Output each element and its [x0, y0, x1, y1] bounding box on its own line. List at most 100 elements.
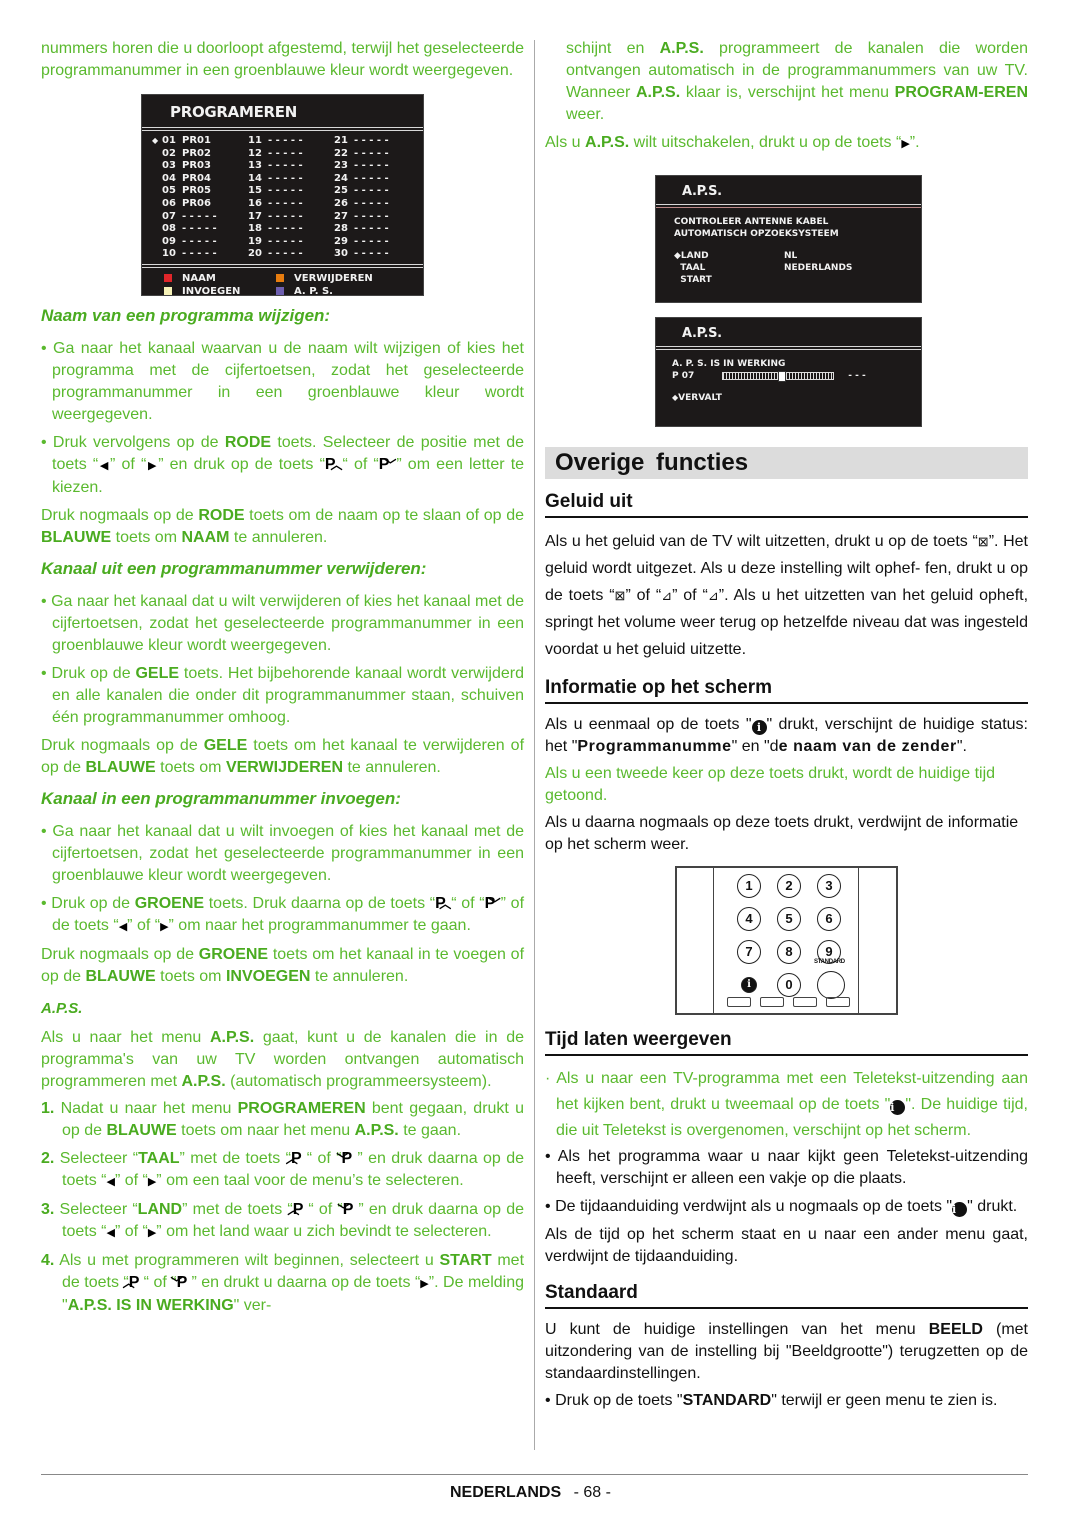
program-number: 15 — [248, 185, 262, 197]
program-row: 27 - - - - - — [334, 211, 420, 224]
program-row: 02 PR02 — [162, 148, 248, 161]
program-row: 05 PR05 — [162, 185, 248, 198]
list-item: • Ga naar het kanaal waarvan u de naam w… — [41, 340, 525, 423]
program-number: 03 — [162, 160, 176, 172]
list-item: • Ga naar het kanaal dat u wilt invoegen… — [41, 823, 524, 884]
aps-progress-screen: A.P.S. A. P. S. IS IN WERKING P 07- - - … — [655, 317, 922, 427]
program-number: 09 — [162, 235, 176, 247]
program-number: 24 — [334, 172, 348, 184]
volume-down-icon: ⊿ — [661, 588, 673, 603]
footer-divider — [41, 1474, 1028, 1475]
remote-control-illustration: 123456789i0 STANDARD — [675, 866, 898, 1015]
list-item: • Als het programma waar u naar kijkt ge… — [545, 1148, 1029, 1187]
info-icon: i — [952, 1202, 968, 1217]
digit-key-3: 3 — [817, 874, 841, 898]
program-down-key-icon: P ﹀ — [337, 1201, 354, 1218]
aps-off-paragraph: Als u A.P.S. wilt uitschakelen, drukt u … — [545, 134, 920, 151]
program-row: 23 - - - - - — [334, 160, 420, 173]
red-key — [727, 997, 751, 1007]
list-item: · Als u naar een TV-programma met een Te… — [545, 1070, 1029, 1139]
standard-key — [817, 971, 845, 999]
program-name: - - - - - — [268, 147, 303, 159]
program-name: - - - - - — [268, 248, 303, 260]
program-number: 21 — [334, 135, 348, 146]
info-paragraph: Als u daarna nogmaals op deze toets druk… — [545, 814, 1019, 853]
aps-value: - - - — [848, 371, 866, 381]
right-arrow-key-icon: ▶ — [420, 1278, 429, 1290]
digit-key-6: 6 — [817, 907, 841, 931]
digit-key-5: 5 — [777, 907, 801, 931]
program-number: 11 — [248, 135, 262, 146]
step-item: 3. Selecteer “LAND” met de toets “P ︿ “ o… — [41, 1201, 524, 1240]
page-footer: NEDERLANDS - 68 - — [450, 1484, 611, 1502]
aps-setting-row: TAAL NEDERLANDS — [674, 263, 853, 273]
left-column: nummers horen die u doorloopt afgestemd,… — [41, 38, 524, 1323]
list-item: • Druk op de toets "STANDARD" terwijl er… — [545, 1392, 998, 1409]
program-number: 02 — [162, 147, 176, 159]
color-swatch — [164, 273, 172, 282]
program-name: PR05 — [182, 185, 211, 197]
info-icon: i — [751, 720, 767, 735]
program-row: 09 - - - - - — [162, 236, 248, 249]
cursor-icon: ◆ — [152, 136, 159, 145]
geluid-paragraph: Als u het geluid van de TV wilt uitzette… — [545, 533, 1029, 658]
program-row: 24 - - - - - — [334, 173, 420, 186]
program-row: 06 PR06 — [162, 198, 248, 211]
digit-key-0: 0 — [777, 973, 801, 997]
digit-key-4: 4 — [737, 907, 761, 931]
program-number: 14 — [248, 172, 262, 184]
step-item: 1. Nadat u naar het menu PROGRAMEREN ben… — [41, 1100, 524, 1139]
yellow-key — [793, 997, 817, 1007]
program-row: 21 - - - - - — [334, 135, 420, 148]
program-number: 27 — [334, 210, 348, 222]
digit-key-2: 2 — [777, 874, 801, 898]
program-name: - - - - - — [268, 185, 303, 197]
section-title-overige-functies: Overige functies — [545, 447, 1028, 479]
list-item: • Druk op de GROENE toets. Druk daarna o… — [41, 895, 525, 934]
program-number: 23 — [334, 160, 348, 172]
program-number: 17 — [248, 210, 262, 222]
program-name: - - - - - — [268, 172, 303, 184]
program-name: - - - - - — [268, 235, 303, 247]
page-number: - 68 - — [573, 1484, 611, 1501]
left-arrow-key-icon: ◀ — [118, 921, 128, 933]
program-number: 16 — [248, 197, 262, 209]
aps-program-number: P 07 — [672, 371, 695, 381]
green-key — [760, 997, 784, 1007]
program-name: - - - - - — [354, 172, 389, 184]
standard-key-label: STANDARD — [814, 959, 845, 965]
list-item: • De tijdaanduiding verdwijnt als u nogm… — [545, 1198, 1018, 1217]
program-row: 18 - - - - - — [248, 223, 334, 236]
heading-geluid-uit: Geluid uit — [545, 491, 1028, 518]
step-4-continuation: schijnt en A.P.S. programmeert de kanale… — [566, 40, 1029, 123]
program-row: 04 PR04 — [162, 173, 248, 186]
list-item: • Druk vervolgens op de RODE toets. Sele… — [41, 434, 525, 496]
volume-up-icon: ⊿ — [707, 588, 719, 603]
heading-standaard: Standaard — [545, 1282, 1028, 1309]
program-name: - - - - - — [354, 147, 389, 159]
heading-tijd-laten-weergeven: Tijd laten weergeven — [545, 1029, 1028, 1056]
aps-setting-row: ◆LAND NL — [674, 251, 798, 261]
color-swatch — [276, 286, 284, 295]
program-column: ◆ 01 PR01 02 PR02 03 PR03 04 PR04 05 PR05 06 PR06 07-… — [152, 135, 248, 261]
program-down-key-icon: P ﹀ — [484, 895, 501, 912]
legend-item: INVOEGEN — [164, 285, 276, 298]
program-name: - - - - - — [268, 197, 303, 209]
program-number: 22 — [334, 147, 348, 159]
program-column: 11 - - - - - 12 - - - - - 13 - - - - - 14 - - -… — [248, 135, 334, 261]
mute-icon: ⊠ — [977, 534, 989, 549]
digit-key-8: 8 — [777, 940, 801, 964]
program-row: 10 - - - - - — [162, 248, 248, 261]
program-row: 03 PR03 — [162, 160, 248, 173]
legend-item: A. P. S. — [276, 285, 396, 298]
column-divider — [534, 40, 535, 1450]
aps-progress-bar — [722, 370, 835, 382]
heading-informatie-op-het-scherm: Informatie op het scherm — [545, 677, 1028, 704]
aps-option-vervalt: ◆VERVALT — [672, 393, 722, 403]
footer-language: NEDERLANDS — [450, 1484, 562, 1501]
program-name: - - - - - — [354, 223, 389, 235]
step-item: 2. Selecteer “TAAL” met de toets “P ︿ “ o… — [41, 1150, 524, 1189]
aps-setting-row: START — [674, 275, 712, 285]
program-number: 28 — [334, 223, 348, 235]
info-icon: i — [890, 1100, 906, 1115]
